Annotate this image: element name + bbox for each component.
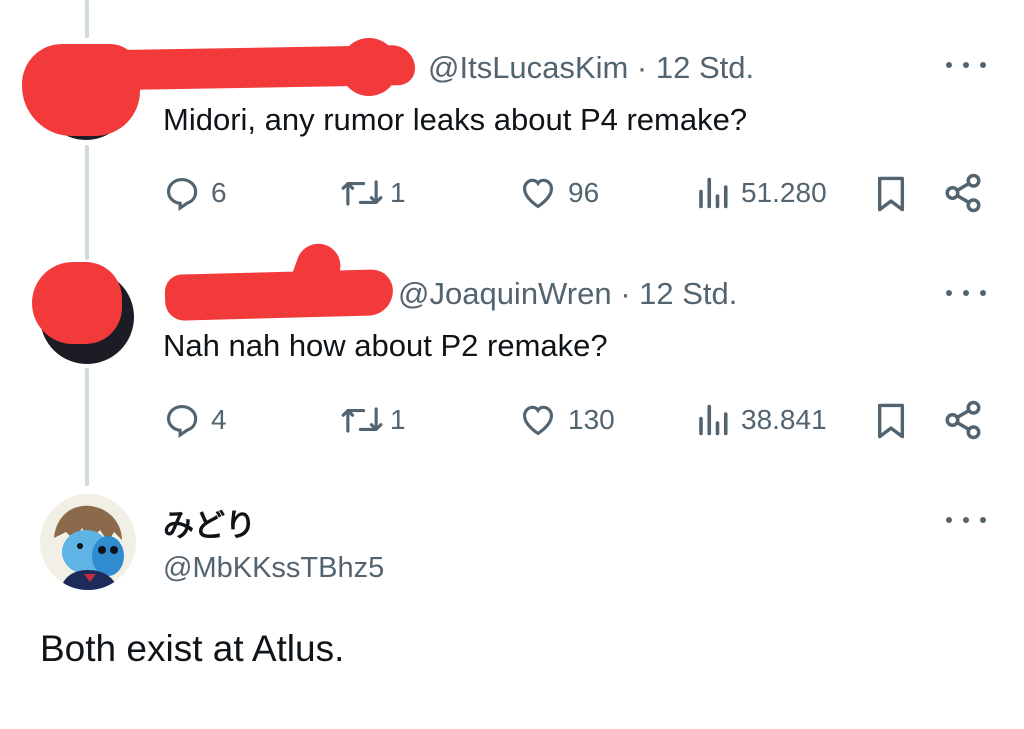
reply-count: 6 — [211, 177, 227, 208]
like-button[interactable]: 130 — [518, 401, 615, 439]
bookmark-icon — [877, 176, 905, 212]
bookmark-icon — [877, 403, 905, 439]
view-count: 38.841 — [741, 404, 827, 435]
bookmark-button[interactable] — [874, 174, 908, 214]
reply-icon — [166, 404, 198, 439]
timestamp[interactable]: 12 Std. — [656, 50, 754, 85]
timestamp[interactable]: 12 Std. — [639, 276, 737, 311]
user-handle[interactable]: @MbKKssTBhz5 — [163, 552, 384, 585]
display-name[interactable]: みどり — [163, 500, 256, 545]
retweet-count: 1 — [390, 177, 406, 208]
heart-icon — [522, 405, 554, 436]
redaction-mark — [340, 38, 398, 96]
avatar-illustration — [40, 494, 136, 590]
reply-button[interactable]: 6 — [163, 174, 227, 212]
user-handle[interactable]: @JoaquinWren — [398, 276, 612, 311]
bookmark-button[interactable] — [874, 401, 908, 441]
views-icon — [699, 404, 728, 436]
like-count: 130 — [568, 404, 615, 435]
more-icon[interactable] — [946, 510, 986, 530]
reply-count: 4 — [211, 404, 227, 435]
reply-icon — [166, 177, 198, 212]
share-button[interactable] — [942, 399, 984, 441]
reply-button[interactable]: 4 — [163, 401, 227, 439]
heart-icon — [522, 178, 554, 209]
like-button[interactable]: 96 — [518, 174, 599, 212]
thread-line-top — [85, 0, 89, 38]
separator: · — [628, 50, 656, 85]
retweet-icon — [341, 180, 383, 206]
retweet-button[interactable]: 1 — [340, 174, 406, 212]
tweet-header: @ItsLucasKim · 12 Std. — [428, 50, 754, 86]
thread-line-bottom — [85, 368, 89, 486]
avatar[interactable] — [40, 494, 136, 590]
views-button[interactable]: 51.280 — [695, 174, 827, 212]
more-icon[interactable] — [946, 55, 986, 75]
redaction-mark — [32, 262, 122, 344]
retweet-count: 1 — [390, 404, 406, 435]
view-count: 51.280 — [741, 177, 827, 208]
thread-line-middle — [85, 145, 89, 260]
retweet-icon — [341, 407, 383, 433]
share-icon — [945, 173, 981, 213]
tweet-text: Midori, any rumor leaks about P4 remake? — [163, 102, 748, 137]
like-count: 96 — [568, 177, 600, 208]
redaction-mark — [164, 269, 394, 321]
tweet-header: @JoaquinWren · 12 Std. — [398, 276, 737, 312]
more-icon[interactable] — [946, 283, 986, 303]
tweet-text: Nah nah how about P2 remake? — [163, 328, 608, 363]
user-handle[interactable]: @ItsLucasKim — [428, 50, 628, 85]
share-icon — [945, 400, 981, 440]
retweet-button[interactable]: 1 — [340, 401, 406, 439]
views-button[interactable]: 38.841 — [695, 401, 827, 439]
share-button[interactable] — [942, 172, 984, 214]
tweet-text: Both exist at Atlus. — [40, 628, 345, 669]
separator: · — [611, 276, 640, 311]
views-icon — [699, 177, 728, 209]
